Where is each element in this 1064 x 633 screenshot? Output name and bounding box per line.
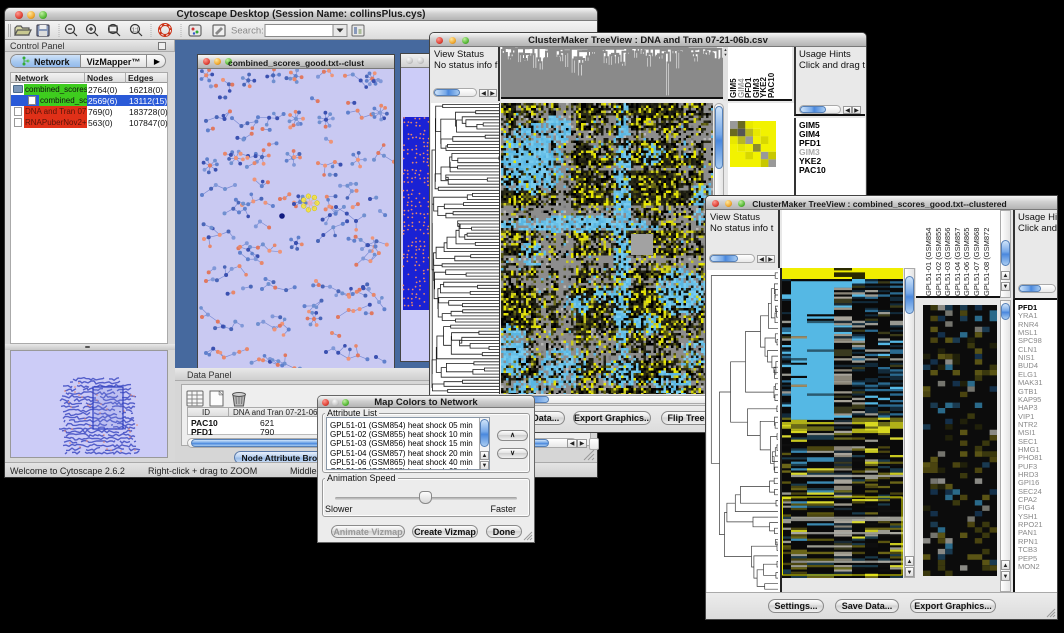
svg-text:Search:: Search: (231, 26, 264, 37)
svg-text:1:1: 1:1 (132, 28, 139, 34)
